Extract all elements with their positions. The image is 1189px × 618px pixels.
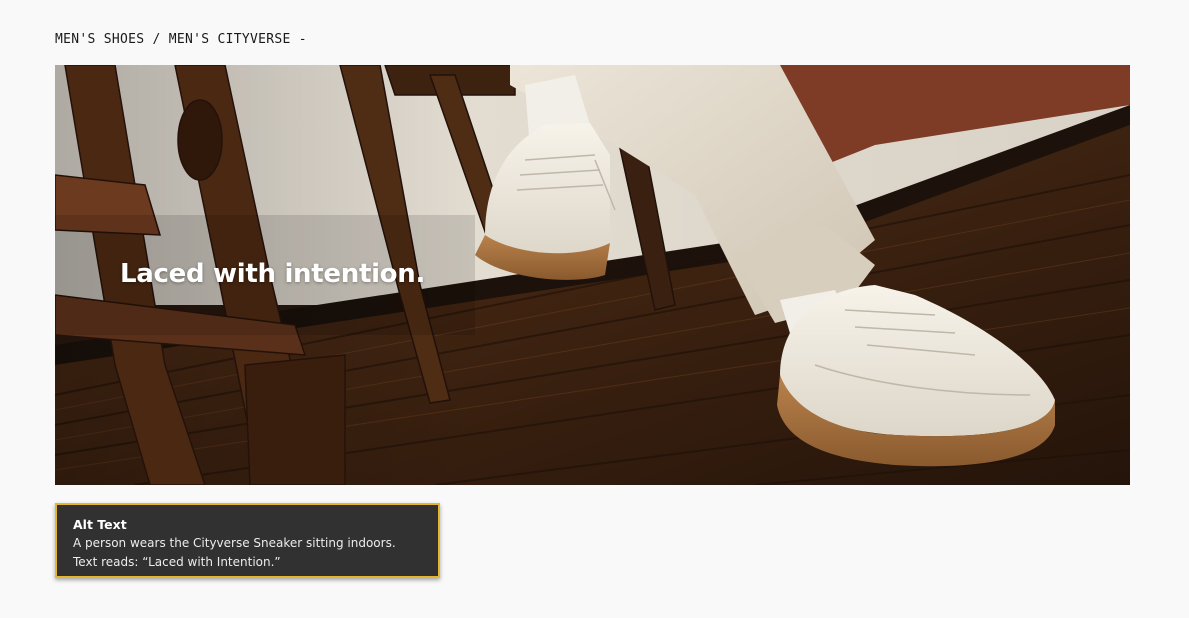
hero-headline: Laced with intention. (120, 259, 426, 289)
hero-banner[interactable]: Laced with intention. (55, 65, 1130, 485)
breadcrumb[interactable]: MEN'S SHOES / MEN'S CITYVERSE - (55, 32, 307, 47)
alt-text-card: Alt Text A person wears the Cityverse Sn… (55, 503, 440, 578)
alt-text-body: A person wears the Cityverse Sneaker sit… (73, 536, 396, 569)
alt-text-title: Alt Text (73, 517, 127, 532)
